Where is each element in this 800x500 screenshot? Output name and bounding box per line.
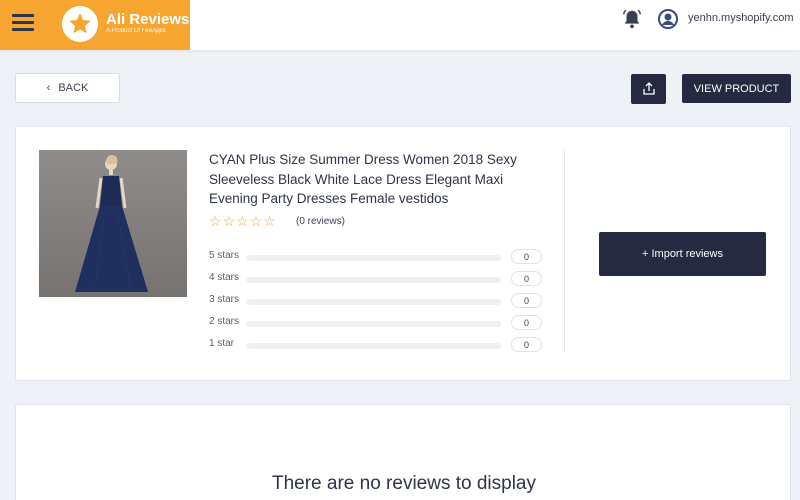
rating-row-label: 4 stars <box>209 272 240 283</box>
rating-row-label: 3 stars <box>209 294 240 305</box>
rating-progress-bar <box>246 255 501 261</box>
rating-progress-bar <box>246 277 501 283</box>
rating-row-label: 5 stars <box>209 250 240 261</box>
product-title: CYAN Plus Size Summer Dress Women 2018 S… <box>209 152 517 206</box>
rating-stars: ☆ ☆ ☆ ☆ ☆ <box>209 214 276 228</box>
back-button[interactable]: ‹ BACK <box>15 73 120 103</box>
rating-progress-bar <box>246 321 501 327</box>
user-avatar-icon[interactable] <box>658 9 678 29</box>
shop-name[interactable]: yenhn.myshopify.com <box>688 12 794 24</box>
rating-progress-bar <box>246 299 501 305</box>
star-outline-icon: ☆ <box>263 213 276 229</box>
reviews-panel: There are no reviews to display <box>15 404 791 500</box>
brand-panel: Ali Reviews A Product Of FireApps <box>0 0 190 50</box>
chevron-left-icon: ‹ <box>46 82 51 94</box>
rating-row-count: 0 <box>511 315 542 330</box>
rating-row: 1 star 0 <box>209 337 544 353</box>
back-label: BACK <box>58 82 89 94</box>
import-reviews-button[interactable]: + Import reviews <box>599 232 766 276</box>
rating-row: 3 stars 0 <box>209 293 544 309</box>
rating-progress-bar <box>246 343 501 349</box>
rating-row-count: 0 <box>511 249 542 264</box>
top-header: Ali Reviews A Product Of FireApps yenhn.… <box>0 0 800 50</box>
app-name: Ali Reviews <box>106 11 190 28</box>
export-button[interactable] <box>631 74 666 104</box>
rating-row-label: 1 star <box>209 338 235 349</box>
rating-row: 2 stars 0 <box>209 315 544 331</box>
rating-row-count: 0 <box>511 271 542 286</box>
rating-row-count: 0 <box>511 293 542 308</box>
empty-reviews-message: There are no reviews to display <box>271 473 536 494</box>
star-outline-icon: ☆ <box>222 213 236 229</box>
rating-row-label: 2 stars <box>209 316 240 327</box>
upload-icon <box>642 82 655 95</box>
rating-row-count: 0 <box>511 337 542 352</box>
vertical-divider <box>564 149 565 353</box>
app-tagline: A Product Of FireApps <box>106 28 166 34</box>
notification-bell-icon[interactable] <box>621 8 643 30</box>
product-card: CYAN Plus Size Summer Dress Women 2018 S… <box>15 126 791 381</box>
product-image <box>39 150 187 297</box>
hamburger-menu-icon[interactable] <box>12 14 34 34</box>
view-product-button[interactable]: VIEW PRODUCT <box>682 74 791 103</box>
app-logo-icon <box>62 6 98 42</box>
star-outline-icon: ☆ <box>236 213 249 229</box>
rating-row: 4 stars 0 <box>209 271 544 287</box>
star-outline-icon: ☆ <box>209 213 222 229</box>
star-outline-icon: ☆ <box>249 213 263 229</box>
rating-row: 5 stars 0 <box>209 249 544 265</box>
review-count: (0 reviews) <box>296 216 345 227</box>
